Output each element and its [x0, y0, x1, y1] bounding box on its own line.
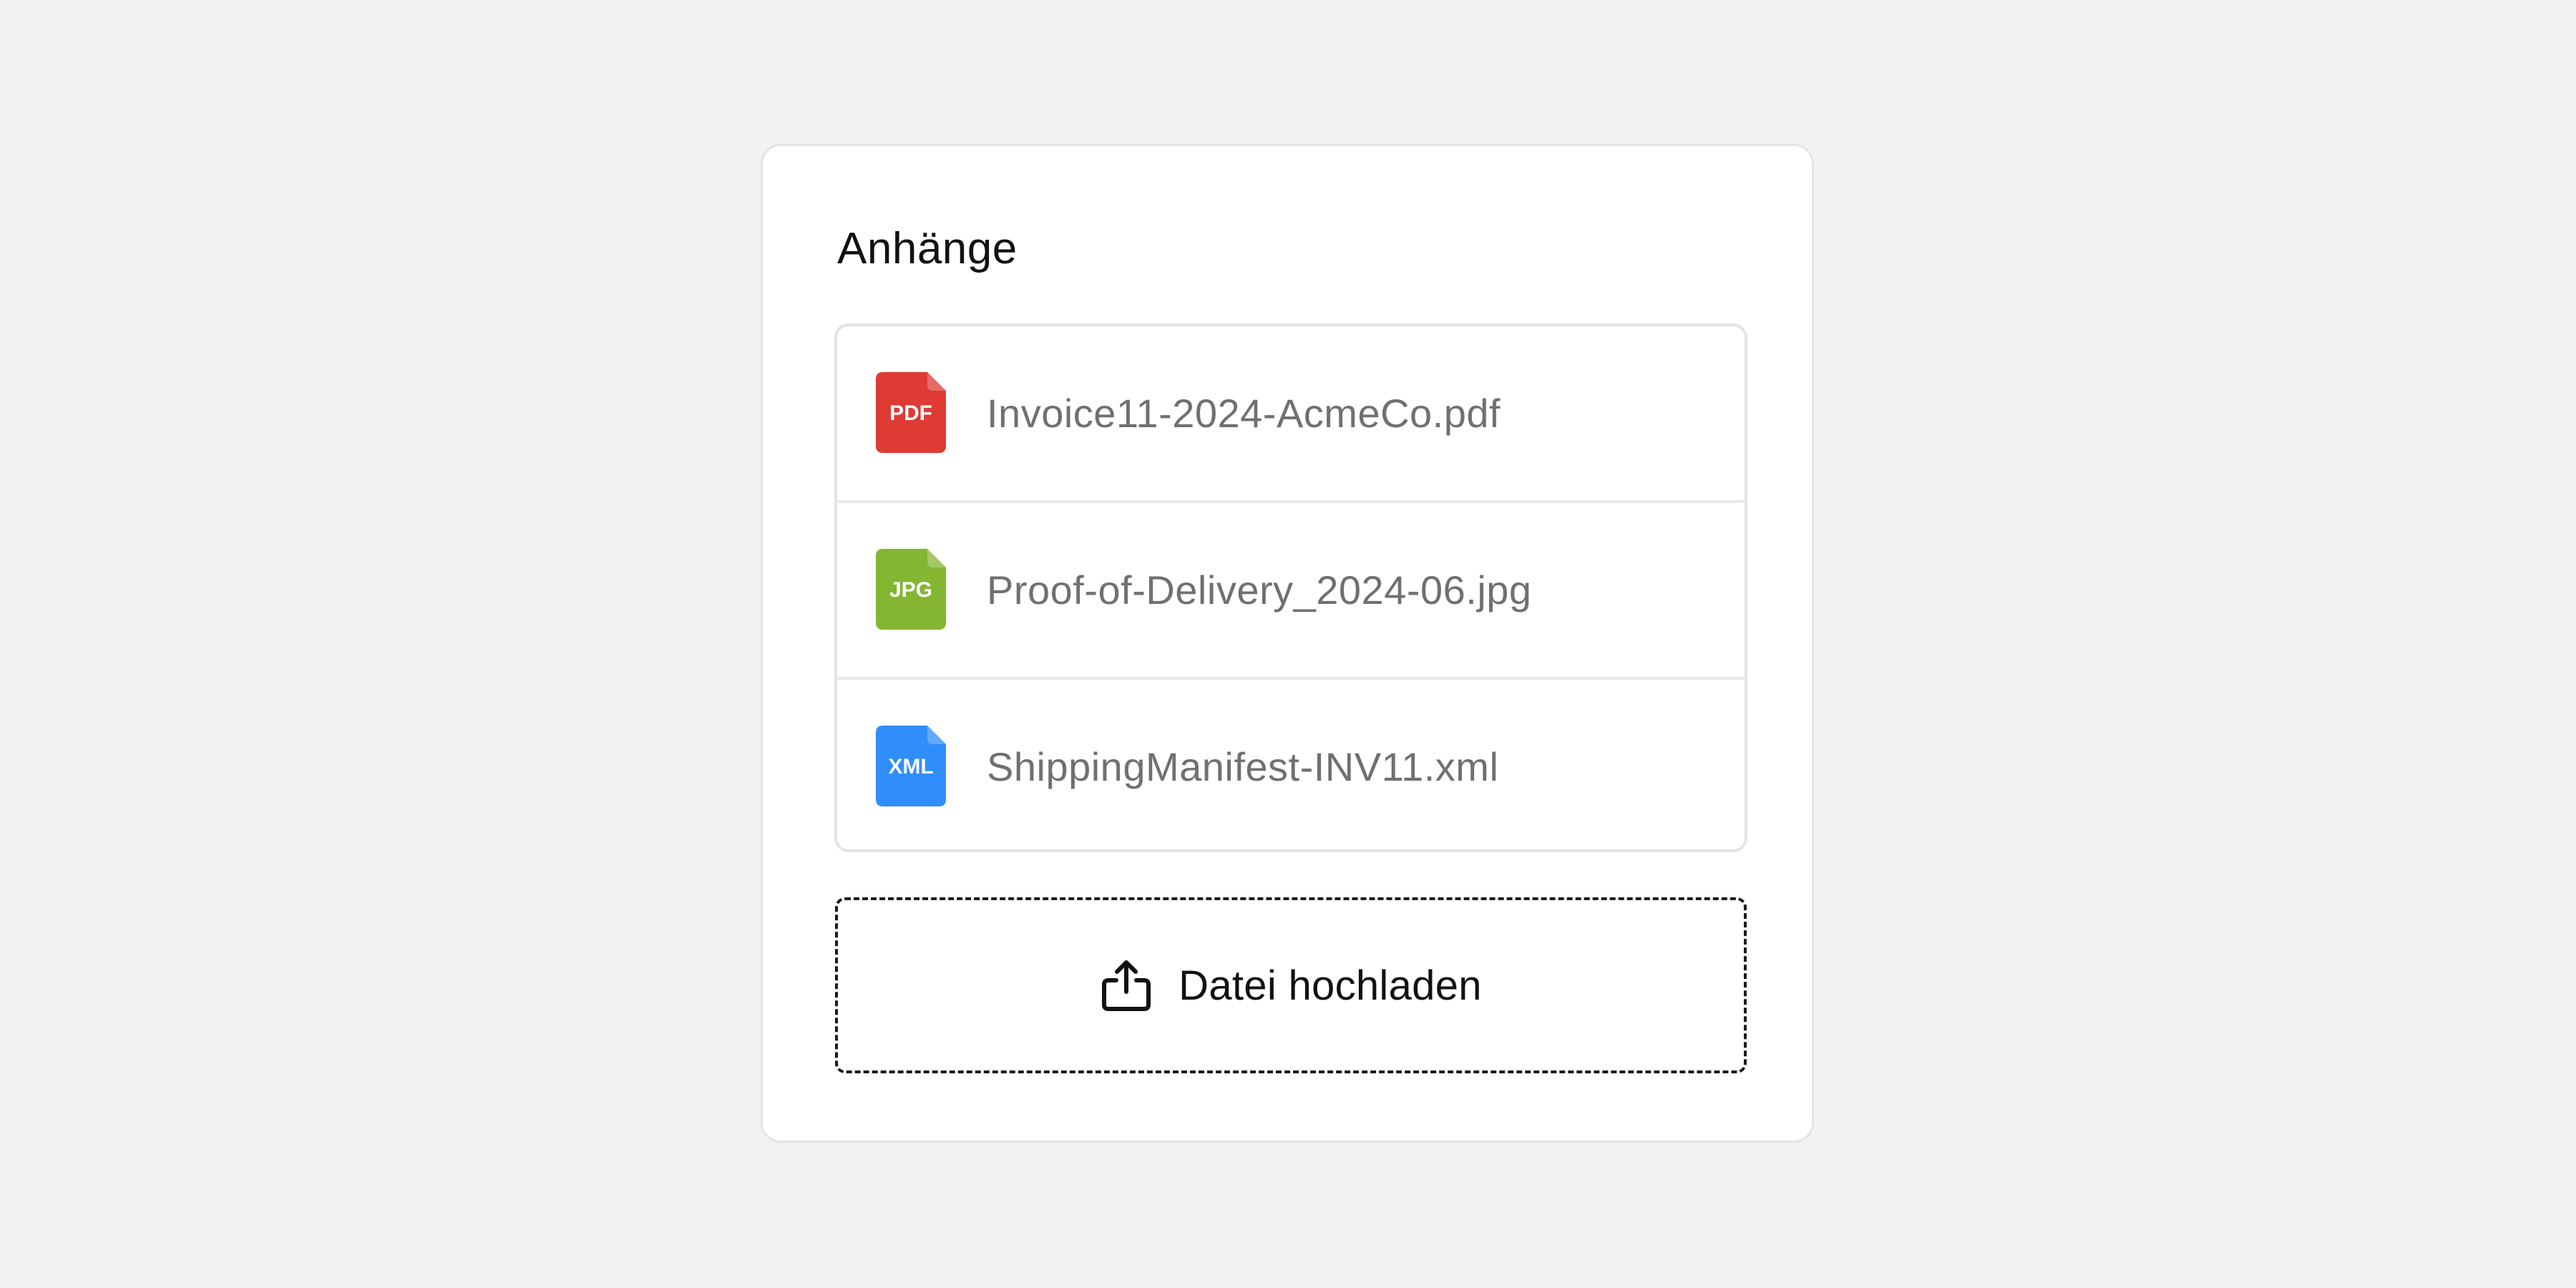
xml-file-icon: XML — [876, 726, 946, 806]
upload-button-content: Datei hochladen — [1100, 959, 1482, 1012]
upload-icon — [1100, 959, 1153, 1012]
attachment-item-xml[interactable]: XML ShippingManifest-INV11.xml — [837, 680, 1745, 849]
file-type-label: JPG — [889, 578, 932, 602]
attachment-list: PDF Invoice11-2024-AcmeCo.pdf JPG Proof-… — [834, 323, 1747, 852]
upload-button-label: Datei hochladen — [1179, 962, 1482, 1009]
attachment-filename: Invoice11-2024-AcmeCo.pdf — [987, 391, 1501, 436]
attachment-filename: Proof-of-Delivery_2024-06.jpg — [987, 567, 1532, 613]
attachment-item-jpg[interactable]: JPG Proof-of-Delivery_2024-06.jpg — [837, 503, 1745, 680]
card-title: Anhänge — [837, 224, 1018, 273]
file-type-label: XML — [888, 755, 933, 779]
jpg-file-icon: JPG — [876, 549, 946, 630]
file-type-label: PDF — [889, 401, 932, 425]
attachments-card: Anhänge PDF Invoice11-2024-AcmeCo.pdf JP… — [761, 144, 1814, 1143]
upload-dropzone-button[interactable]: Datei hochladen — [835, 897, 1747, 1073]
attachment-item-pdf[interactable]: PDF Invoice11-2024-AcmeCo.pdf — [837, 326, 1745, 503]
attachment-filename: ShippingManifest-INV11.xml — [987, 744, 1499, 789]
pdf-file-icon: PDF — [876, 372, 946, 453]
